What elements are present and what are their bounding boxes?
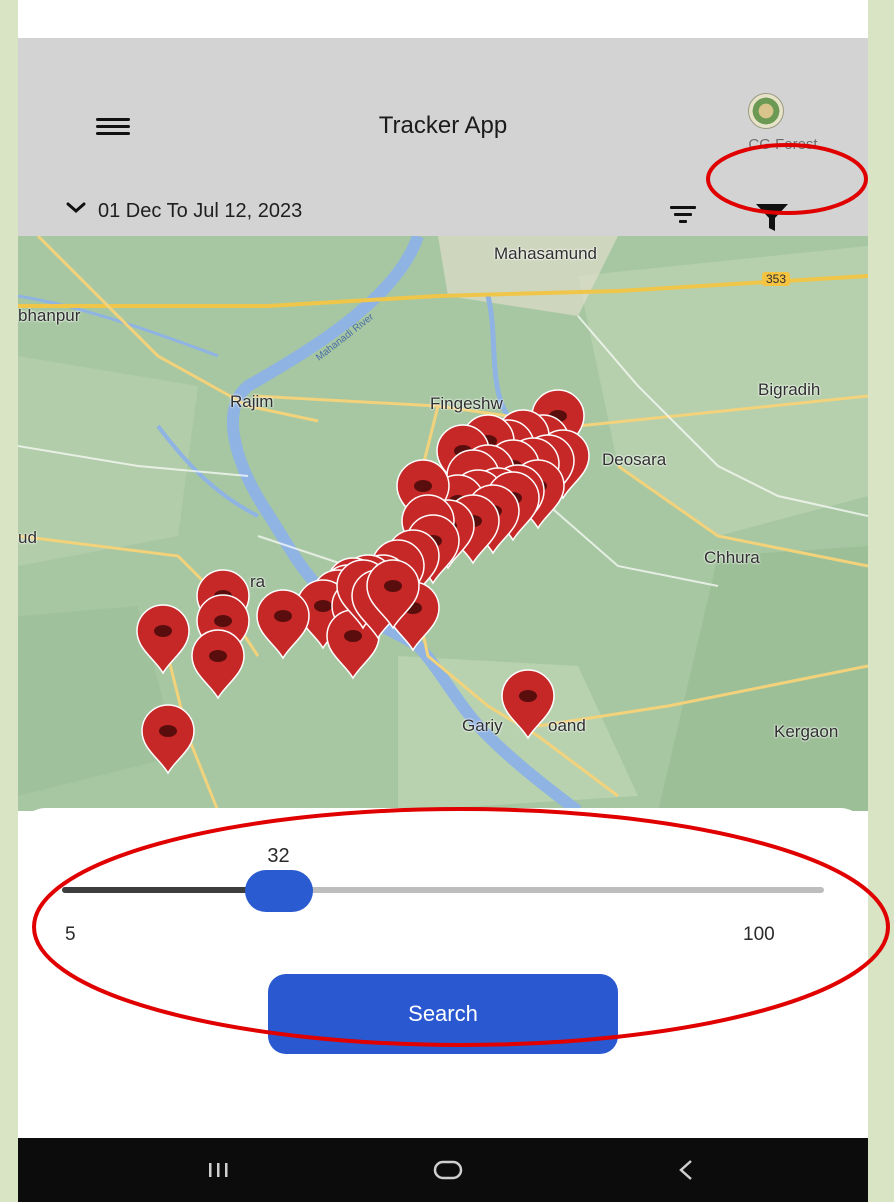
back-icon[interactable] (646, 1138, 726, 1202)
place-gariyaband-suffix: oand (548, 716, 586, 735)
place-bhanpur: bhanpur (18, 306, 81, 325)
chevron-down-icon[interactable] (66, 198, 86, 216)
place-chhura: Chhura (704, 548, 760, 567)
phone-screen: Tracker App CG Forest 01 Dec To Jul 12, … (18, 0, 868, 1202)
map-view[interactable]: Mahasamund 353 bhanpur Mahanadi River Ra… (18, 236, 868, 811)
slider-max-label: 100 (743, 924, 775, 945)
slider-value-label: 32 (267, 845, 290, 867)
place-rajim: Rajim (230, 392, 274, 411)
place-gariyaband-prefix: Gariy (462, 716, 503, 735)
filter-icon[interactable] (754, 202, 790, 234)
place-fingeshwar: Fingeshw (430, 394, 503, 413)
place-ud: ud (18, 528, 37, 547)
slider-thumb[interactable] (244, 870, 313, 912)
system-nav-bar (18, 1138, 868, 1202)
recent-apps-icon[interactable] (178, 1138, 258, 1202)
logo-label: CG Forest (748, 136, 818, 153)
highway-shield-353: 353 (762, 272, 791, 286)
place-deosara: Deosara (602, 450, 667, 469)
emblem-logo (748, 93, 784, 129)
home-icon[interactable] (408, 1138, 488, 1202)
search-button[interactable]: Search (268, 974, 618, 1054)
sort-icon[interactable] (670, 202, 696, 228)
place-bigradih: Bigradih (758, 380, 821, 399)
map-base (18, 236, 868, 811)
place-kergaon: Kergaon (774, 722, 839, 741)
slider-min-label: 5 (65, 924, 76, 945)
app-header: Tracker App CG Forest 01 Dec To Jul 12, … (18, 38, 868, 236)
place-ra: ra (250, 572, 266, 591)
date-range-selector[interactable]: 01 Dec To Jul 12, 2023 (98, 200, 302, 223)
place-mahasamund: Mahasamund (494, 244, 598, 263)
